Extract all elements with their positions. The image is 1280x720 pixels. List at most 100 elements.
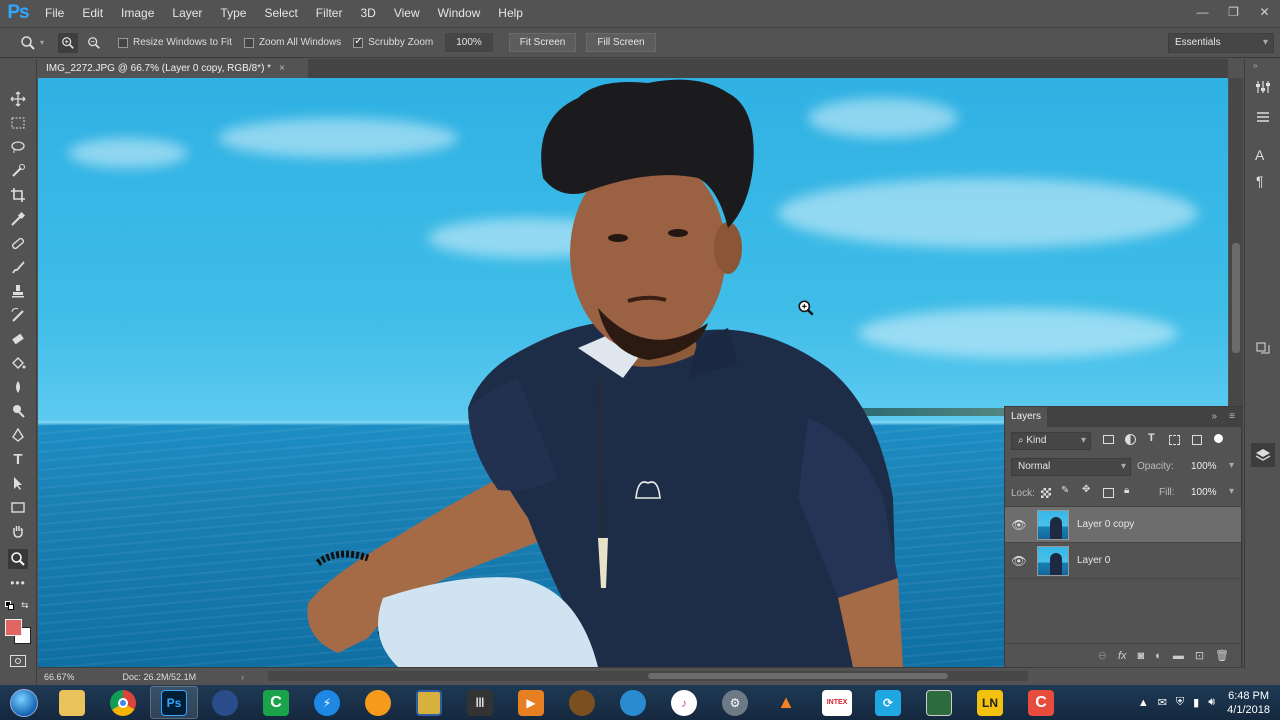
zoom-all-windows-checkbox[interactable]: Zoom All Windows xyxy=(243,37,341,48)
start-button[interactable] xyxy=(0,685,48,720)
menu-view[interactable]: View xyxy=(385,0,429,26)
path-selection-tool-icon[interactable] xyxy=(8,473,28,493)
taskbar-ln-app[interactable]: LN xyxy=(966,686,1014,719)
lock-transparent-icon[interactable] xyxy=(1041,488,1051,498)
move-tool-icon[interactable] xyxy=(8,89,28,109)
close-tab-icon[interactable]: × xyxy=(279,63,285,74)
scrollbar-thumb[interactable] xyxy=(648,673,948,679)
horizontal-scrollbar[interactable] xyxy=(268,671,1028,681)
opacity-value[interactable]: 100% xyxy=(1191,461,1217,472)
menu-file[interactable]: File xyxy=(36,0,73,26)
chevron-down-icon[interactable]: ▾ xyxy=(1229,486,1234,497)
action-center-icon[interactable]: ✉︎ xyxy=(1158,696,1167,709)
link-layers-icon[interactable]: ⊖ xyxy=(1098,649,1107,662)
taskbar-audio-editor[interactable]: ||| xyxy=(456,686,504,719)
close-button[interactable]: ✕ xyxy=(1249,0,1280,24)
taskbar-media-player[interactable] xyxy=(201,686,249,719)
eyedropper-tool-icon[interactable] xyxy=(8,209,28,229)
new-layer-icon[interactable]: ⊡ xyxy=(1195,649,1204,662)
chevron-down-icon[interactable]: ▾ xyxy=(1229,460,1234,471)
zoom-in-icon[interactable] xyxy=(58,32,79,53)
marquee-tool-icon[interactable] xyxy=(8,113,28,133)
filter-smart-object-icon[interactable] xyxy=(1192,435,1202,445)
layer-row[interactable]: 👁︎ Layer 0 xyxy=(1005,543,1241,579)
filter-kind-select[interactable]: ⌕ Kind ▾ xyxy=(1011,432,1091,450)
blend-mode-select[interactable]: Normal ▾ xyxy=(1011,458,1131,476)
visibility-eye-icon[interactable]: 👁︎ xyxy=(1005,518,1033,532)
menu-type[interactable]: Type xyxy=(211,0,255,26)
history-icon[interactable] xyxy=(1255,341,1271,357)
minimize-button[interactable]: — xyxy=(1187,0,1218,24)
scrubby-zoom-checkbox[interactable]: Scrubby Zoom xyxy=(353,36,433,48)
new-group-icon[interactable]: ▬ xyxy=(1173,650,1184,662)
clone-stamp-tool-icon[interactable] xyxy=(8,281,28,301)
blur-tool-icon[interactable] xyxy=(8,377,28,397)
status-menu-icon[interactable]: › xyxy=(241,672,244,682)
fill-screen-button[interactable]: Fill Screen xyxy=(586,33,656,52)
healing-brush-tool-icon[interactable] xyxy=(8,233,28,253)
menu-help[interactable]: Help xyxy=(489,0,532,26)
default-colors-icon[interactable] xyxy=(5,601,14,610)
zoom-tool-preset-icon[interactable]: ▾ xyxy=(20,35,44,51)
taskbar-fl-studio[interactable] xyxy=(354,686,402,719)
pen-tool-icon[interactable] xyxy=(8,425,28,445)
taskbar-slides[interactable]: ▶ xyxy=(507,686,555,719)
more-tools-icon[interactable]: ••• xyxy=(8,573,28,593)
collapse-dock-icon[interactable]: » xyxy=(1253,61,1257,70)
adjustments-icon[interactable] xyxy=(1255,79,1271,95)
taskbar-file-explorer[interactable] xyxy=(48,686,96,719)
dodge-tool-icon[interactable] xyxy=(8,401,28,421)
menu-layer[interactable]: Layer xyxy=(163,0,211,26)
volume-icon[interactable]: 🔊︎ xyxy=(1208,696,1215,709)
quick-mask-icon[interactable] xyxy=(10,655,26,667)
lock-brush-icon[interactable]: ✎ xyxy=(1061,485,1069,496)
type-tool-icon[interactable]: T xyxy=(8,449,28,469)
show-hidden-icons-icon[interactable]: ▲ xyxy=(1138,697,1149,709)
workspace-select[interactable]: Essentials ▾ xyxy=(1168,33,1274,53)
lock-all-icon[interactable]: 🔒︎ xyxy=(1124,485,1129,496)
taskbar-screen-recorder[interactable]: C xyxy=(1017,686,1065,719)
network-icon[interactable]: ▮ xyxy=(1193,696,1199,709)
taskbar-web-browser[interactable] xyxy=(609,686,657,719)
menu-window[interactable]: Window xyxy=(429,0,490,26)
taskbar-fruit-app[interactable] xyxy=(558,686,606,719)
paint-bucket-tool-icon[interactable] xyxy=(8,353,28,373)
filter-adjustment-icon[interactable] xyxy=(1125,434,1136,445)
taskbar-chrome[interactable] xyxy=(99,686,147,719)
menu-image[interactable]: Image xyxy=(112,0,163,26)
layers-tab[interactable]: Layers xyxy=(1005,407,1048,427)
taskbar-itunes[interactable]: ♪ xyxy=(660,686,708,719)
taskbar-messenger[interactable]: ⚡︎ xyxy=(303,686,351,719)
zoom-out-icon[interactable] xyxy=(84,33,104,53)
layer-row[interactable]: 👁︎ Layer 0 copy xyxy=(1005,507,1241,543)
menu-3d[interactable]: 3D xyxy=(351,0,384,26)
delete-layer-icon[interactable]: 🗑︎ xyxy=(1215,649,1229,662)
taskbar-sync-app[interactable]: ⟳ xyxy=(864,686,912,719)
add-mask-icon[interactable]: ◙ xyxy=(1138,650,1145,662)
menu-edit[interactable]: Edit xyxy=(73,0,112,26)
taskbar-intex-app[interactable]: INTEX xyxy=(813,686,861,719)
lock-position-icon[interactable]: ✥ xyxy=(1082,484,1090,495)
taskbar-settings-app[interactable]: ⚙︎ xyxy=(711,686,759,719)
filter-toggle-icon[interactable] xyxy=(1214,434,1223,443)
scrollbar-thumb[interactable] xyxy=(1232,243,1240,353)
fill-value[interactable]: 100% xyxy=(1191,487,1217,498)
panel-collapse-icon[interactable]: » xyxy=(1211,407,1217,427)
brush-tool-icon[interactable] xyxy=(8,257,28,277)
taskbar-terminal[interactable] xyxy=(915,686,963,719)
visibility-eye-icon[interactable]: 👁︎ xyxy=(1005,554,1033,568)
security-icon[interactable]: ⛨ xyxy=(1176,696,1184,709)
history-brush-tool-icon[interactable] xyxy=(8,305,28,325)
properties-icon[interactable] xyxy=(1255,109,1271,125)
layer-style-icon[interactable]: fx xyxy=(1118,650,1127,662)
taskbar-camtasia[interactable]: C xyxy=(252,686,300,719)
resize-windows-checkbox[interactable]: Resize Windows to Fit xyxy=(118,37,232,48)
menu-select[interactable]: Select xyxy=(255,0,306,26)
eraser-tool-icon[interactable] xyxy=(8,329,28,349)
foreground-color-swatch[interactable] xyxy=(5,619,22,636)
panel-menu-icon[interactable]: ≡ xyxy=(1229,407,1235,427)
adjustment-layer-icon[interactable]: ◐ xyxy=(1155,650,1162,662)
taskbar-photoshop[interactable]: Ps xyxy=(150,686,198,719)
menu-filter[interactable]: Filter xyxy=(307,0,352,26)
lasso-tool-icon[interactable] xyxy=(8,137,28,157)
